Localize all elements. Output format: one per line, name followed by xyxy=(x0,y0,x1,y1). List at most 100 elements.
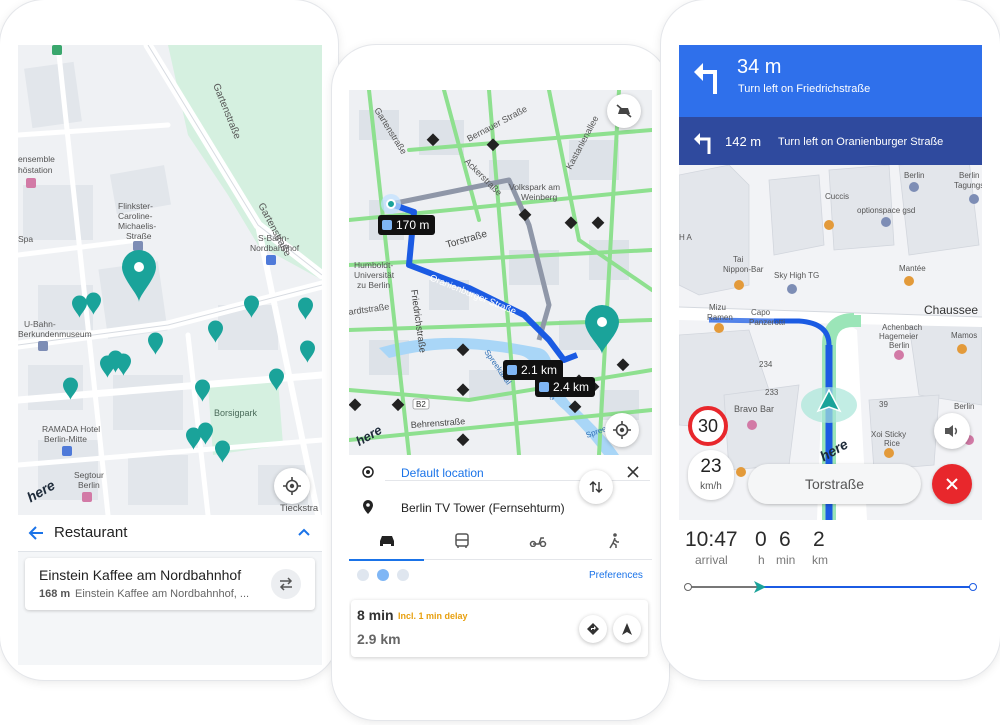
then-maneuver-instruction: Turn left on Oranienburger Straße xyxy=(778,136,944,148)
stop-navigation-button[interactable] xyxy=(932,464,972,504)
phone1-screen: Gartenstraße Gartenstraße ensemble hösta… xyxy=(18,45,322,665)
scooter-icon xyxy=(529,537,547,547)
tab-walk[interactable] xyxy=(577,525,652,559)
label-humboldt-1: Humboldt- xyxy=(354,260,393,270)
label-b2: B2 xyxy=(416,400,426,409)
result-address: Einstein Kaffee am Nordbahnhof, ... xyxy=(75,588,250,600)
locate-me-button[interactable] xyxy=(274,468,310,504)
remaining-distance: 2 xyxy=(813,528,825,551)
label-humboldt-3: zu Berlin xyxy=(357,280,390,290)
map-view-nordbahnhof[interactable]: Gartenstraße Gartenstraße ensemble hösta… xyxy=(18,45,322,515)
label-segtour-1: Segtour xyxy=(74,470,104,480)
arrival-time: 10:47 xyxy=(685,528,738,551)
label-cuccis: Cuccis xyxy=(825,192,849,201)
voice-guidance-button[interactable] xyxy=(934,413,970,449)
origin-field[interactable]: Default location xyxy=(401,466,484,480)
category-header[interactable]: Restaurant xyxy=(18,515,322,552)
label-ensemble: ensemble xyxy=(18,154,55,164)
origin-target-icon xyxy=(362,466,374,478)
label-spa: Spa xyxy=(18,234,33,244)
tab-car[interactable] xyxy=(349,525,424,561)
label-capo: Capo xyxy=(751,308,771,317)
label-flinkster-1: Flinkster- xyxy=(118,201,153,211)
phone-search-results: Gartenstraße Gartenstraße ensemble hösta… xyxy=(0,0,338,680)
label-tai-1: Tai xyxy=(733,255,743,264)
route-duration: 8 min xyxy=(357,607,394,623)
route-distance: 2.9 km xyxy=(357,631,401,647)
highway-option-chip[interactable] xyxy=(397,569,409,581)
phone3-screen: Berlin Berlin Tagungsz Cuccis optionspac… xyxy=(679,45,982,635)
turn-left-icon xyxy=(694,63,717,94)
distance-label: km xyxy=(812,553,828,567)
label-mamos: Mamos xyxy=(951,331,977,340)
label-xoi-2: Rice xyxy=(884,439,901,448)
tab-transit[interactable] xyxy=(425,525,500,559)
label-volkspark-1: Volkspark am xyxy=(509,182,560,192)
navigation-arrow-icon xyxy=(622,623,632,635)
route-bubble-2-1km-text: 2.1 km xyxy=(521,363,558,377)
label-bravo-bar: Bravo Bar xyxy=(734,404,774,414)
hours-label: h xyxy=(758,553,765,567)
label-chaussee: Chaussee xyxy=(924,303,978,317)
route-bubble-2-4km[interactable]: 2.4 km xyxy=(535,377,596,397)
next-maneuver-banner: 34 m Turn left on Friedrichstraße xyxy=(679,45,982,117)
car-icon xyxy=(507,365,517,375)
route-start-marker xyxy=(684,583,692,591)
label-sbahn-2: Nordbahnhof xyxy=(250,243,300,253)
traffic-off-icon xyxy=(616,104,632,118)
route-delay: Incl. 1 min delay xyxy=(398,611,468,621)
route-bubble-170m-text: 170 m xyxy=(396,218,430,232)
phone-route-planning: Gartenstraße Bernauer Straße Kastanienal… xyxy=(332,45,669,720)
result-card[interactable]: Einstein Kaffee am Nordbahnhof 168 m Ein… xyxy=(25,558,315,610)
label-optionspace: optionspace gsd xyxy=(857,206,915,215)
swap-vertical-icon xyxy=(589,481,603,493)
category-title: Restaurant xyxy=(54,524,128,541)
route-bubble-170m[interactable]: 170 m xyxy=(378,215,436,235)
car-icon xyxy=(539,382,549,392)
label-berlin-2: Berlin xyxy=(959,171,979,180)
traffic-toggle-button[interactable] xyxy=(607,94,641,128)
car-icon xyxy=(380,536,394,546)
locate-me-button[interactable] xyxy=(605,413,639,447)
label-flinkster-2: Caroline- xyxy=(118,211,153,221)
preferences-link[interactable]: Preferences xyxy=(589,570,643,581)
turn-left-small-icon xyxy=(694,133,711,154)
label-tieckstrasse: Tieckstra xyxy=(280,503,319,514)
label-ha: H A xyxy=(679,233,693,242)
start-navigation-button[interactable] xyxy=(613,615,641,643)
label-ubahn-1: U-Bahn- xyxy=(24,319,56,329)
speaker-icon xyxy=(945,425,958,437)
directions-button[interactable] xyxy=(579,615,607,643)
label-borsigpark: Borsigpark xyxy=(214,408,258,418)
result-distance: 168 m xyxy=(39,588,71,600)
phone2-screen: Gartenstraße Bernauer Straße Kastanienal… xyxy=(349,90,652,670)
remaining-minutes: 6 xyxy=(779,528,791,551)
label-achenbach-3: Berlin xyxy=(889,341,909,350)
close-icon xyxy=(946,478,958,490)
label-mizu-1: Mizu xyxy=(709,303,726,312)
label-berlin-3: Berlin xyxy=(954,402,974,411)
label-234: 234 xyxy=(759,360,773,369)
label-tagungszentrum: Tagungsz xyxy=(954,181,982,190)
destination-pin-icon xyxy=(363,500,373,514)
label-ramada-2: Berlin-Mitte xyxy=(44,434,87,444)
back-arrow-icon[interactable] xyxy=(28,526,44,540)
next-maneuver-instruction: Turn left on Friedrichstraße xyxy=(738,83,871,95)
chevron-up-icon[interactable] xyxy=(298,528,310,536)
label-panzerotti: Panzerotti xyxy=(749,318,785,327)
label-horstation: höstation xyxy=(18,165,53,175)
map-view-route[interactable]: Gartenstraße Bernauer Straße Kastanienal… xyxy=(349,90,652,455)
toll-option-chip[interactable] xyxy=(357,569,369,581)
label-volkspark-2: Weinberg xyxy=(521,192,557,202)
ferry-option-chip[interactable] xyxy=(377,569,389,581)
tab-scooter[interactable] xyxy=(501,525,576,559)
route-panel: Default location Berlin TV Tower (Fernse… xyxy=(349,455,652,670)
bus-icon xyxy=(455,533,469,548)
directions-button[interactable] xyxy=(271,569,301,599)
close-icon[interactable] xyxy=(627,466,639,478)
swap-origin-destination-button[interactable] xyxy=(579,470,613,504)
route-result-card[interactable]: 8 min Incl. 1 min delay 2.9 km xyxy=(351,600,648,657)
current-speed: 23 xyxy=(700,456,722,477)
speed-unit: km/h xyxy=(700,481,722,492)
destination-field[interactable]: Berlin TV Tower (Fernsehturm) xyxy=(401,501,565,515)
